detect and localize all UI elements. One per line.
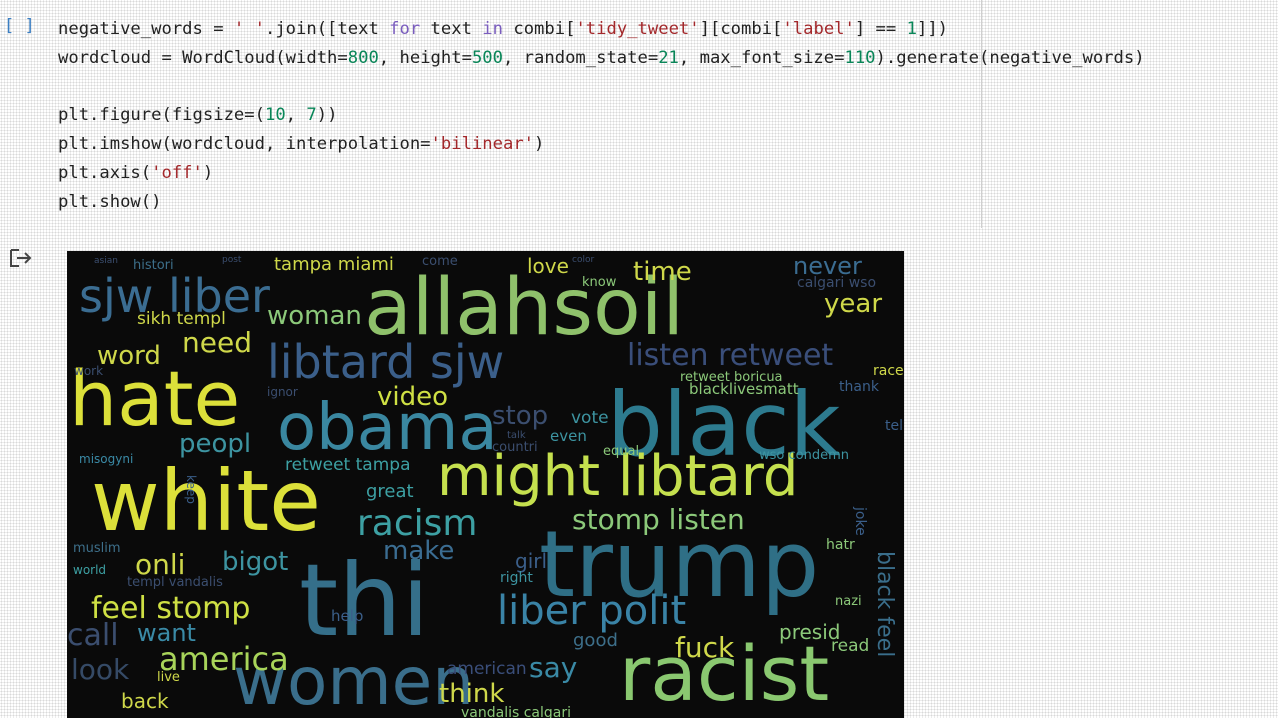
wordcloud-image: allahsoil black trump white hate obama thi wome…: [67, 251, 904, 718]
wordcloud-word: equal: [603, 444, 640, 459]
wordcloud-word: keep: [184, 475, 198, 504]
wordcloud-word: great: [366, 481, 414, 502]
wordcloud-word: black feel: [872, 551, 897, 658]
wordcloud-word: wso condemn: [759, 448, 849, 463]
wordcloud-word: countri: [492, 440, 538, 455]
wordcloud-word: misogyni: [79, 452, 134, 466]
wordcloud-word: post: [222, 255, 242, 265]
wordcloud-word: race: [873, 363, 904, 379]
wordcloud-word: know: [582, 275, 617, 290]
wordcloud-word: read: [831, 636, 870, 656]
wordcloud-word: woman: [267, 301, 362, 331]
wordcloud-word: calgari wso: [797, 275, 877, 291]
wordcloud-word: vandalis calgari: [461, 705, 572, 718]
wordcloud-word: come: [422, 254, 458, 269]
wordcloud-word: histori: [133, 258, 174, 273]
wordcloud-word: call: [67, 618, 119, 653]
wordcloud-word: think: [439, 679, 505, 709]
wordcloud-word: american: [447, 659, 527, 679]
wordcloud-word: want: [137, 619, 196, 647]
wordcloud-word: word: [97, 341, 161, 371]
wordcloud-word: right: [500, 570, 533, 586]
wordcloud-word: say: [529, 651, 578, 684]
code-ruler: [981, 0, 982, 228]
wordcloud-word: retweet tampa: [285, 455, 411, 475]
wordcloud-word: templ vandalis: [127, 575, 223, 590]
wordcloud-word: stop: [492, 401, 549, 431]
output-arrow-icon: [10, 249, 32, 267]
wordcloud-word: love: [527, 254, 569, 278]
wordcloud-word: peopl: [179, 429, 252, 459]
wordcloud-word: nazi: [835, 594, 862, 609]
wordcloud-word: talk: [507, 430, 526, 441]
wordcloud-word: year: [824, 289, 883, 319]
wordcloud-word: joke: [852, 507, 868, 536]
wordcloud-word: good: [573, 630, 618, 651]
wordcloud-word: video: [377, 382, 449, 412]
wordcloud-word: bigot: [222, 547, 289, 577]
wordcloud-word: make: [383, 536, 455, 566]
wordcloud-word: sikh templ: [137, 309, 226, 329]
wordcloud-word: asian: [94, 256, 118, 266]
wordcloud-word: even: [550, 427, 587, 445]
wordcloud-word: muslim: [73, 541, 121, 556]
wordcloud-word: need: [182, 326, 252, 359]
wordcloud-word: hatr: [826, 537, 855, 553]
wordcloud-word: tell: [885, 418, 904, 434]
wordcloud-word: help: [331, 607, 364, 625]
wordcloud-word: color: [572, 255, 595, 265]
wordcloud-word: thank: [839, 379, 879, 395]
wordcloud-word: stomp listen: [572, 503, 745, 536]
wordcloud-word: listen retweet: [627, 338, 834, 373]
wordcloud-word: tampa miami: [274, 254, 394, 275]
wordcloud-word: blacklivesmatt: [689, 380, 799, 398]
wordcloud-word: work: [74, 364, 104, 378]
wordcloud-word: world: [73, 563, 107, 577]
wordcloud-word: fuck: [675, 631, 735, 664]
wordcloud-word: girl: [515, 549, 548, 573]
wordcloud-word: liber polit: [497, 588, 687, 634]
wordcloud-word: time: [633, 257, 692, 287]
wordcloud-word: live: [157, 670, 180, 685]
wordcloud-word: ignor: [267, 385, 298, 399]
wordcloud-word: look: [71, 653, 130, 686]
wordcloud-word: libtard sjw: [267, 335, 505, 389]
cell-run-bracket[interactable]: [ ]: [4, 16, 35, 36]
wordcloud-word: thi: [299, 542, 430, 659]
wordcloud-word: back: [121, 689, 169, 713]
wordcloud-word: vote: [571, 408, 609, 428]
